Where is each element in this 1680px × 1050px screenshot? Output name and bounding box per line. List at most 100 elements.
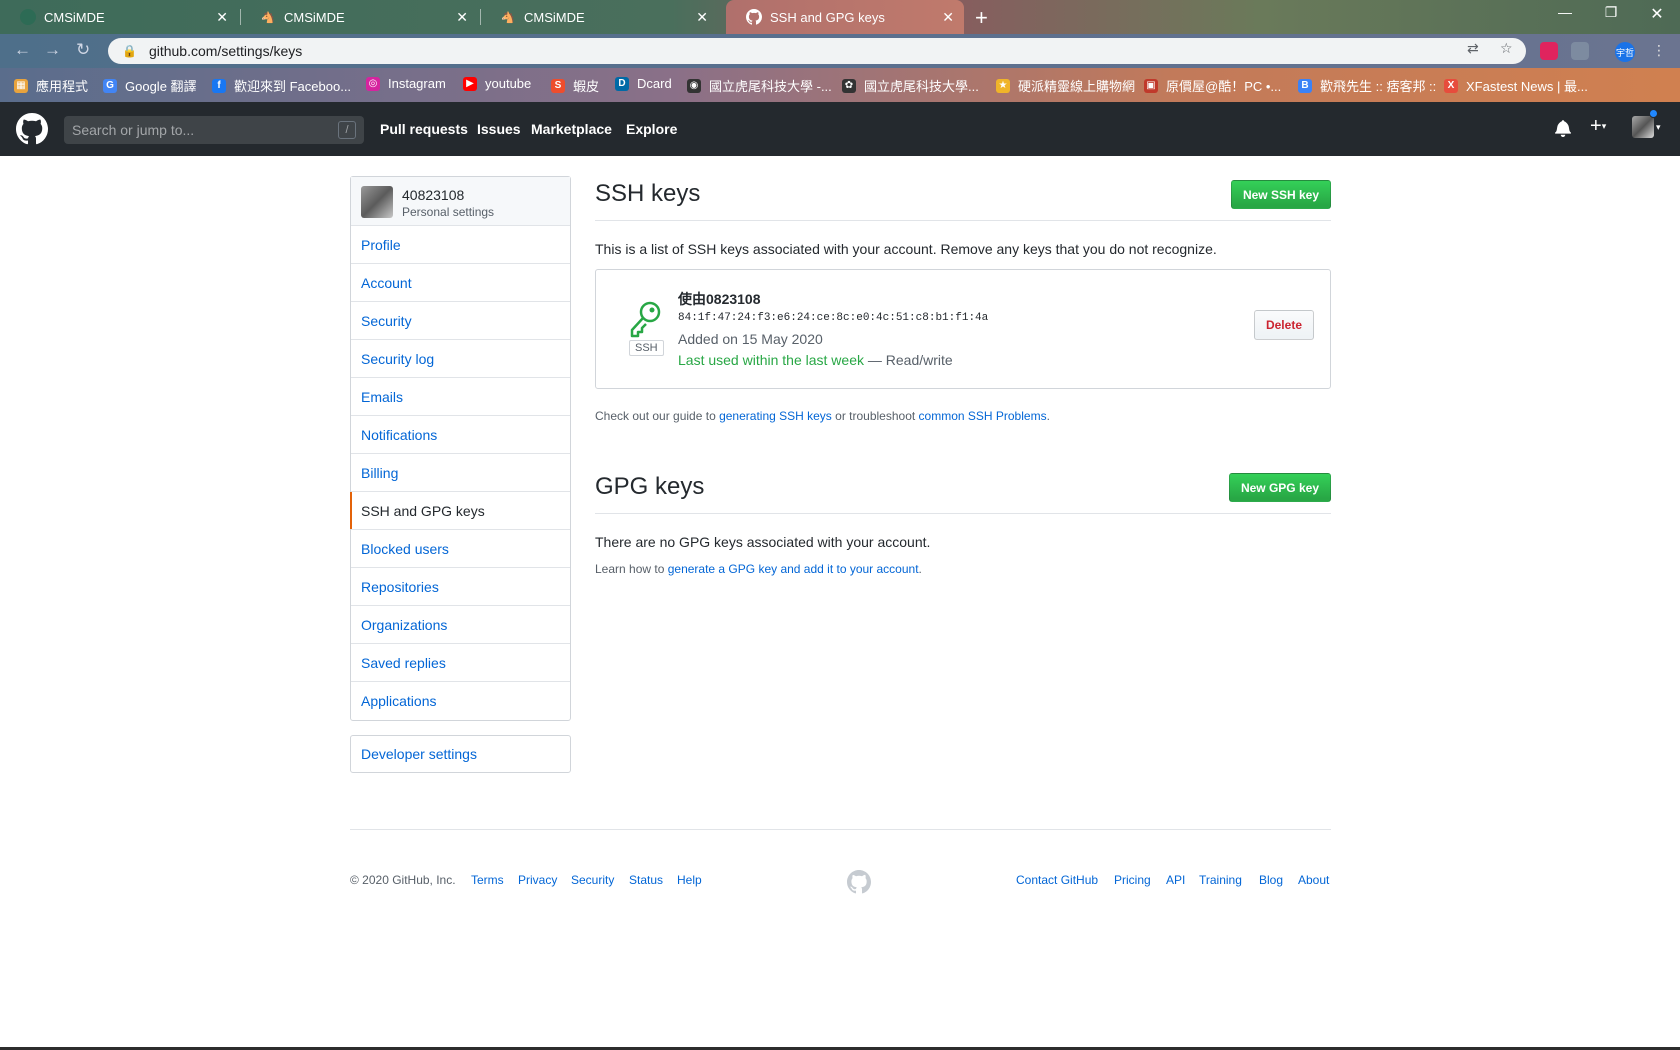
nav-issues[interactable]: Issues — [477, 121, 521, 137]
shopee-icon: S — [551, 78, 565, 93]
bookmark-item[interactable]: ◎ Instagram — [366, 76, 446, 91]
youtube-icon: ▶ — [463, 76, 477, 91]
address-bar[interactable]: 🔒 github.com/settings/keys — [108, 38, 1526, 64]
sidebar-item-billing[interactable]: Billing — [351, 454, 570, 492]
github-mark-icon[interactable] — [847, 870, 871, 894]
generating-ssh-keys-link[interactable]: generating SSH keys — [719, 409, 832, 423]
xfastest-icon: X — [1444, 78, 1458, 93]
star-icon[interactable]: ☆ — [1500, 40, 1513, 57]
bookmark-item[interactable]: B 歡飛先生 :: 痞客邦 :: — [1298, 76, 1436, 95]
sidebar-item-security[interactable]: Security — [351, 302, 570, 340]
sidebar-item-ssh-gpg-keys[interactable]: SSH and GPG keys — [350, 492, 570, 530]
bookmark-item[interactable]: ▦ 應用程式 — [14, 76, 88, 95]
browser-tab[interactable]: 🐴 CMSiMDE ✕ — [240, 0, 478, 34]
sidebar-item-repositories[interactable]: Repositories — [351, 568, 570, 606]
extension-icon[interactable] — [1571, 42, 1589, 60]
footer-link-pricing[interactable]: Pricing — [1114, 873, 1151, 887]
facebook-icon: f — [212, 78, 226, 93]
sidebar-item-notifications[interactable]: Notifications — [351, 416, 570, 454]
bookmark-item[interactable]: ▶ youtube — [463, 76, 531, 91]
profile-avatar[interactable]: 宇哲 — [1615, 42, 1635, 62]
footer-link-status[interactable]: Status — [629, 873, 663, 887]
common-ssh-problems-link[interactable]: common SSH Problems — [919, 409, 1047, 423]
footer-link-security[interactable]: Security — [571, 873, 614, 887]
forward-arrow-icon[interactable]: → — [44, 40, 61, 60]
nav-pull-requests[interactable]: Pull requests — [380, 121, 468, 137]
apps-grid-icon: ▦ — [14, 78, 28, 93]
sidebar-header: 40823108 Personal settings — [351, 177, 570, 226]
footer-link-blog[interactable]: Blog — [1259, 873, 1283, 887]
footer-link-terms[interactable]: Terms — [471, 873, 504, 887]
browser-tab[interactable]: 🐴 CMSiMDE ✕ — [480, 0, 718, 34]
sidebar-item-account[interactable]: Account — [351, 264, 570, 302]
plus-dropdown-icon[interactable]: +▾ — [1590, 115, 1606, 138]
menu-kebab-icon[interactable]: ⋮ — [1652, 42, 1666, 59]
github-icon — [746, 9, 762, 25]
bookmark-item[interactable]: S 蝦皮 — [551, 76, 599, 95]
footer-link-about[interactable]: About — [1298, 873, 1329, 887]
avatar[interactable] — [361, 186, 393, 218]
ssh-key-item: SSH 使由0823108 84:1f:47:24:f3:e6:24:ce:8c… — [595, 269, 1331, 389]
sidebar-item-security-log[interactable]: Security log — [351, 340, 570, 378]
back-arrow-icon[interactable]: ← — [14, 40, 31, 60]
bookmark-item[interactable]: G Google 翻譯 — [103, 76, 197, 95]
close-tab-icon[interactable]: ✕ — [942, 9, 954, 26]
footer-link-contact[interactable]: Contact GitHub — [1016, 873, 1098, 887]
footer-link-api[interactable]: API — [1166, 873, 1185, 887]
leaf-icon: 🐴 — [501, 11, 515, 24]
bell-icon[interactable] — [1555, 119, 1571, 142]
tab-title: CMSiMDE — [44, 9, 105, 25]
bookmark-item[interactable]: D Dcard — [615, 76, 672, 91]
close-tab-icon[interactable]: ✕ — [696, 9, 708, 26]
footer-link-privacy[interactable]: Privacy — [518, 873, 557, 887]
bookmark-item[interactable]: ◉ 國立虎尾科技大學 -... — [687, 76, 832, 95]
browser-tab-active[interactable]: SSH and GPG keys ✕ — [726, 0, 964, 34]
new-ssh-key-button[interactable]: New SSH key — [1230, 180, 1331, 209]
sidebar-item-blocked-users[interactable]: Blocked users — [351, 530, 570, 568]
chevron-down-icon[interactable]: ▾ — [1656, 122, 1661, 133]
key-icon — [630, 301, 661, 338]
close-tab-icon[interactable]: ✕ — [456, 9, 468, 26]
restore-icon[interactable]: ❐ — [1588, 4, 1634, 21]
avatar[interactable] — [1632, 116, 1654, 138]
generate-gpg-key-link[interactable]: generate a GPG key and add it to your ac… — [668, 562, 919, 576]
bookmark-item[interactable]: f 歡迎來到 Faceboo... — [212, 76, 351, 95]
bookmark-item[interactable]: X XFastest News | 最... — [1444, 76, 1588, 95]
reload-icon[interactable]: ↻ — [76, 40, 90, 60]
bookmark-item[interactable]: ▣ 原價屋@酷！PC •... — [1144, 76, 1281, 95]
sidebar-item-developer-settings[interactable]: Developer settings — [350, 735, 571, 773]
instagram-icon: ◎ — [366, 76, 380, 91]
nav-marketplace[interactable]: Marketplace — [531, 121, 612, 137]
tab-title: CMSiMDE — [524, 9, 585, 25]
gpg-empty-text: There are no GPG keys associated with yo… — [595, 534, 931, 550]
footer-link-training[interactable]: Training — [1199, 873, 1242, 887]
delete-key-button[interactable]: Delete — [1253, 310, 1314, 340]
footer-link-help[interactable]: Help — [677, 873, 702, 887]
new-gpg-key-button[interactable]: New GPG key — [1228, 473, 1331, 502]
key-last-used: Last used within the last week — Read/wr… — [678, 352, 953, 368]
sidebar-item-profile[interactable]: Profile — [351, 226, 570, 264]
new-tab-icon[interactable]: + — [975, 5, 988, 31]
username[interactable]: 40823108 — [402, 187, 464, 203]
sidebar-item-organizations[interactable]: Organizations — [351, 606, 570, 644]
github-logo-icon[interactable] — [16, 113, 48, 145]
search-input[interactable]: Search or jump to... / — [64, 116, 364, 144]
settings-sidebar: 40823108 Personal settings Profile Accou… — [350, 176, 571, 721]
leaf-icon: 🐴 — [261, 11, 275, 24]
sidebar-item-emails[interactable]: Emails — [351, 378, 570, 416]
nav-explore[interactable]: Explore — [626, 121, 677, 137]
browser-toolbar: ← → ↻ 🔒 github.com/settings/keys ⇄ ☆ 宇哲 … — [0, 34, 1680, 68]
minimize-icon[interactable]: — — [1542, 4, 1588, 20]
close-window-icon[interactable]: ✕ — [1634, 4, 1680, 24]
ssh-badge: SSH — [629, 340, 664, 356]
sidebar-item-applications[interactable]: Applications — [351, 682, 570, 720]
bookmark-item[interactable]: ✿ 國立虎尾科技大學... — [842, 76, 979, 95]
gpg-section: GPG keys New GPG key There are no GPG ke… — [595, 469, 1331, 576]
bookmark-item[interactable]: ★ 硬派精靈線上購物網 — [996, 76, 1135, 95]
translate-icon[interactable]: ⇄ — [1467, 40, 1479, 57]
browser-tab[interactable]: CMSiMDE ✕ — [0, 0, 238, 34]
bookmarks-bar: ▦ 應用程式 G Google 翻譯 f 歡迎來到 Faceboo... ◎ Insta… — [0, 68, 1680, 102]
close-tab-icon[interactable]: ✕ — [216, 9, 228, 26]
extension-icon[interactable] — [1540, 42, 1558, 60]
sidebar-item-saved-replies[interactable]: Saved replies — [351, 644, 570, 682]
